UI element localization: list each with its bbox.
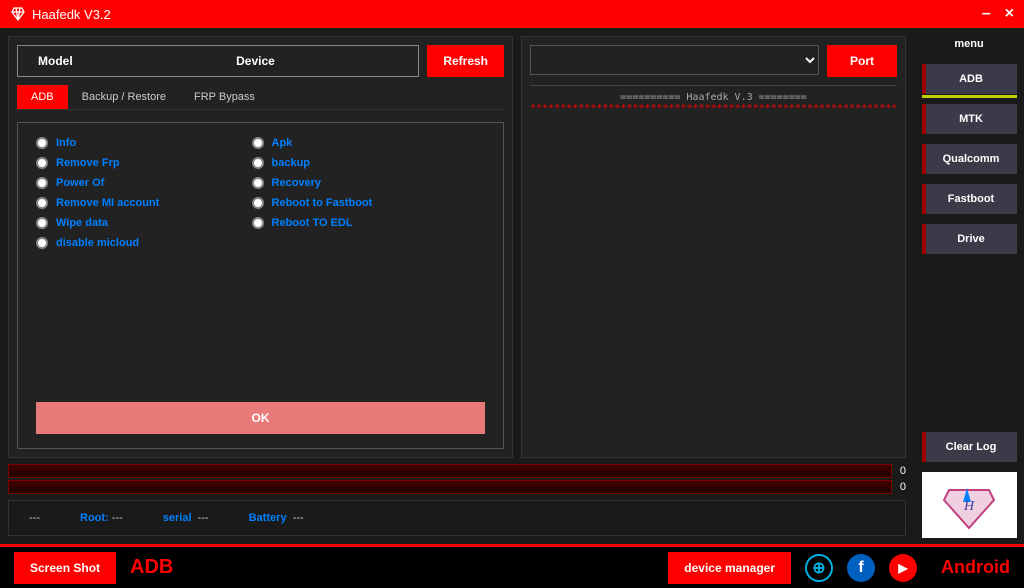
right-panel: Port ========== Haafedk V.3 ======== ***… (521, 36, 906, 458)
device-manager-button[interactable]: device manager (668, 552, 791, 584)
globe-icon[interactable]: ⊕ (805, 554, 833, 582)
model-label: Model (18, 54, 93, 68)
option-power-of[interactable]: Power Of (36, 177, 252, 189)
progress-val-2: 0 (896, 481, 906, 493)
titlebar: Haafedk V3.2 – × (0, 0, 1024, 28)
tab-frp-bypass[interactable]: FRP Bypass (180, 85, 269, 109)
radio-icon (36, 217, 48, 229)
radio-icon (252, 137, 264, 149)
radio-icon (252, 177, 264, 189)
radio-icon (252, 217, 264, 229)
model-box: Model Device (17, 45, 419, 77)
titlebar-left: Haafedk V3.2 (10, 6, 111, 22)
app-gem-icon (10, 6, 26, 22)
option-wipe-data[interactable]: Wipe data (36, 217, 252, 229)
main-area: Model Device Refresh ADB Backup / Restor… (0, 28, 914, 544)
options-col-right: Apk backup Recovery Reboot to Fastboot R… (252, 137, 468, 434)
option-apk[interactable]: Apk (252, 137, 468, 149)
option-reboot-fastboot[interactable]: Reboot to Fastboot (252, 197, 468, 209)
app-body: Model Device Refresh ADB Backup / Restor… (0, 28, 1024, 544)
info-root: Root: --- (80, 512, 123, 524)
tab-adb[interactable]: ADB (17, 85, 68, 109)
minimize-button[interactable]: – (982, 5, 991, 23)
port-select[interactable] (530, 45, 819, 75)
port-button[interactable]: Port (827, 45, 897, 77)
radio-icon (36, 137, 48, 149)
info-dash: --- (29, 512, 40, 524)
sidebar-item-qualcomm[interactable]: Qualcomm (922, 144, 1017, 174)
tabs: ADB Backup / Restore FRP Bypass (17, 85, 504, 110)
left-panel: Model Device Refresh ADB Backup / Restor… (8, 36, 513, 458)
option-backup[interactable]: backup (252, 157, 468, 169)
option-remove-mi[interactable]: Remove MI account (36, 197, 252, 209)
progress-bar-2 (8, 480, 892, 494)
logo-diamond-icon: H (939, 480, 999, 530)
top-row: Model Device Refresh ADB Backup / Restor… (8, 36, 906, 458)
radio-icon (36, 197, 48, 209)
sidebar-item-drive[interactable]: Drive (922, 224, 1017, 254)
radio-icon (36, 177, 48, 189)
radio-icon (36, 237, 48, 249)
progress-bar-1 (8, 464, 892, 478)
adb-mode-label: ADB (130, 556, 173, 579)
info-row: --- Root: --- serial --- Battery --- (8, 500, 906, 536)
facebook-icon[interactable]: f (847, 554, 875, 582)
refresh-button[interactable]: Refresh (427, 45, 504, 77)
log-separator: ****************************************… (530, 103, 897, 114)
tab-backup-restore[interactable]: Backup / Restore (68, 85, 180, 109)
option-reboot-edl[interactable]: Reboot TO EDL (252, 217, 468, 229)
options-col-left: Info Remove Frp Power Of Remove MI accou… (36, 137, 252, 434)
radio-icon (252, 197, 264, 209)
clear-log-button[interactable]: Clear Log (922, 432, 1017, 462)
android-label: Android (941, 557, 1010, 578)
logo-box: H (922, 472, 1017, 538)
port-row: Port (530, 45, 897, 77)
option-remove-frp[interactable]: Remove Frp (36, 157, 252, 169)
model-row: Model Device Refresh (17, 45, 504, 77)
ok-button[interactable]: OK (36, 402, 485, 434)
bottom-bar: Screen Shot ADB device manager ⊕ f ▶ And… (0, 544, 1024, 588)
option-recovery[interactable]: Recovery (252, 177, 468, 189)
option-disable-micloud[interactable]: disable micloud (36, 237, 252, 249)
option-info[interactable]: Info (36, 137, 252, 149)
log-area: ========== Haafedk V.3 ======== ********… (530, 85, 897, 449)
info-serial: serial --- (163, 512, 209, 524)
sidebar-item-adb[interactable]: ADB (922, 64, 1017, 94)
close-button[interactable]: × (1005, 5, 1014, 23)
options-box: Info Remove Frp Power Of Remove MI accou… (17, 122, 504, 449)
sidebar-item-mtk[interactable]: MTK (922, 104, 1017, 134)
progress-val-1: 0 (896, 465, 906, 477)
device-label: Device (93, 54, 419, 68)
screenshot-button[interactable]: Screen Shot (14, 552, 116, 584)
app-title: Haafedk V3.2 (32, 7, 111, 22)
svg-text:H: H (963, 499, 975, 514)
info-battery: Battery --- (249, 512, 304, 524)
sidebar: menu ADB MTK Qualcomm Fastboot Drive Cle… (914, 28, 1024, 544)
radio-icon (36, 157, 48, 169)
log-header: ========== Haafedk V.3 ======== (530, 92, 897, 103)
window-controls: – × (982, 5, 1014, 23)
youtube-icon[interactable]: ▶ (889, 554, 917, 582)
sidebar-title: menu (954, 34, 983, 54)
radio-icon (252, 157, 264, 169)
sidebar-item-fastboot[interactable]: Fastboot (922, 184, 1017, 214)
progress-group: 0 0 (8, 464, 906, 494)
